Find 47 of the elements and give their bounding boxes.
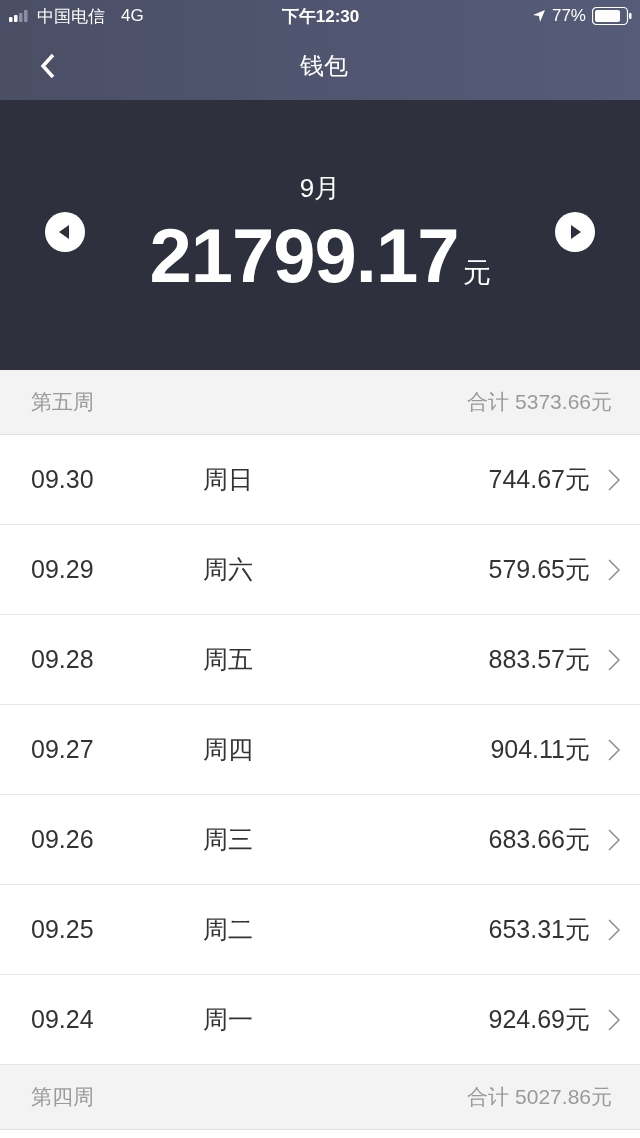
- next-month-button[interactable]: [555, 211, 595, 252]
- day-date: 09.27: [31, 735, 95, 764]
- signal-icon: [9, 10, 31, 22]
- day-amount: 883.57元: [487, 644, 590, 675]
- day-date: 09.26: [31, 825, 95, 854]
- day-date: 09.29: [31, 555, 95, 584]
- right-triangle-icon: [569, 224, 581, 239]
- day-weekday: 周日: [203, 464, 254, 495]
- day-amount: 579.65元: [487, 554, 590, 585]
- chevron-icon: [608, 558, 620, 581]
- chevron-icon: [608, 648, 620, 671]
- currency-unit: 元: [462, 256, 491, 290]
- carrier-name: 中国电信: [37, 5, 105, 28]
- page-title: 钱包: [300, 51, 348, 81]
- total-amount: 21799.17: [149, 212, 459, 299]
- location-icon: [531, 9, 546, 23]
- month-label: 9月: [299, 172, 341, 205]
- week-title: 第五周: [31, 389, 94, 415]
- battery-icon: [592, 7, 632, 25]
- left-triangle-icon: [59, 224, 71, 239]
- day-amount: 744.67元: [487, 464, 590, 495]
- chevron-icon: [608, 828, 620, 851]
- network-type: 4G: [121, 6, 144, 26]
- day-weekday: 周一: [203, 1004, 254, 1035]
- day-amount: 904.11元: [489, 734, 590, 765]
- status-time: 下午12:30: [281, 5, 360, 28]
- chevron-icon: [608, 738, 620, 761]
- day-amount: 924.69元: [487, 1004, 590, 1035]
- previous-month-button[interactable]: [45, 211, 85, 252]
- day-weekday: 周二: [203, 914, 254, 945]
- day-weekday: 周五: [203, 644, 254, 675]
- day-amount: 653.31元: [487, 914, 590, 945]
- chevron-icon: [608, 918, 620, 941]
- day-date: 09.24: [31, 1005, 95, 1034]
- day-date: 09.30: [31, 465, 95, 494]
- day-date: 09.28: [31, 645, 95, 674]
- chevron-icon: [608, 468, 620, 491]
- day-weekday: 周六: [203, 554, 254, 585]
- week-total: 合计 5027.86元: [467, 1084, 612, 1110]
- week-total: 合计 5373.66元: [467, 389, 612, 415]
- day-date: 09.25: [31, 915, 95, 944]
- day-amount: 683.66元: [487, 824, 590, 855]
- week-title: 第四周: [31, 1084, 94, 1110]
- chevron-icon: [608, 1008, 620, 1031]
- day-weekday: 周三: [203, 824, 254, 855]
- battery-percent: 77%: [551, 6, 586, 26]
- day-weekday: 周四: [203, 734, 254, 765]
